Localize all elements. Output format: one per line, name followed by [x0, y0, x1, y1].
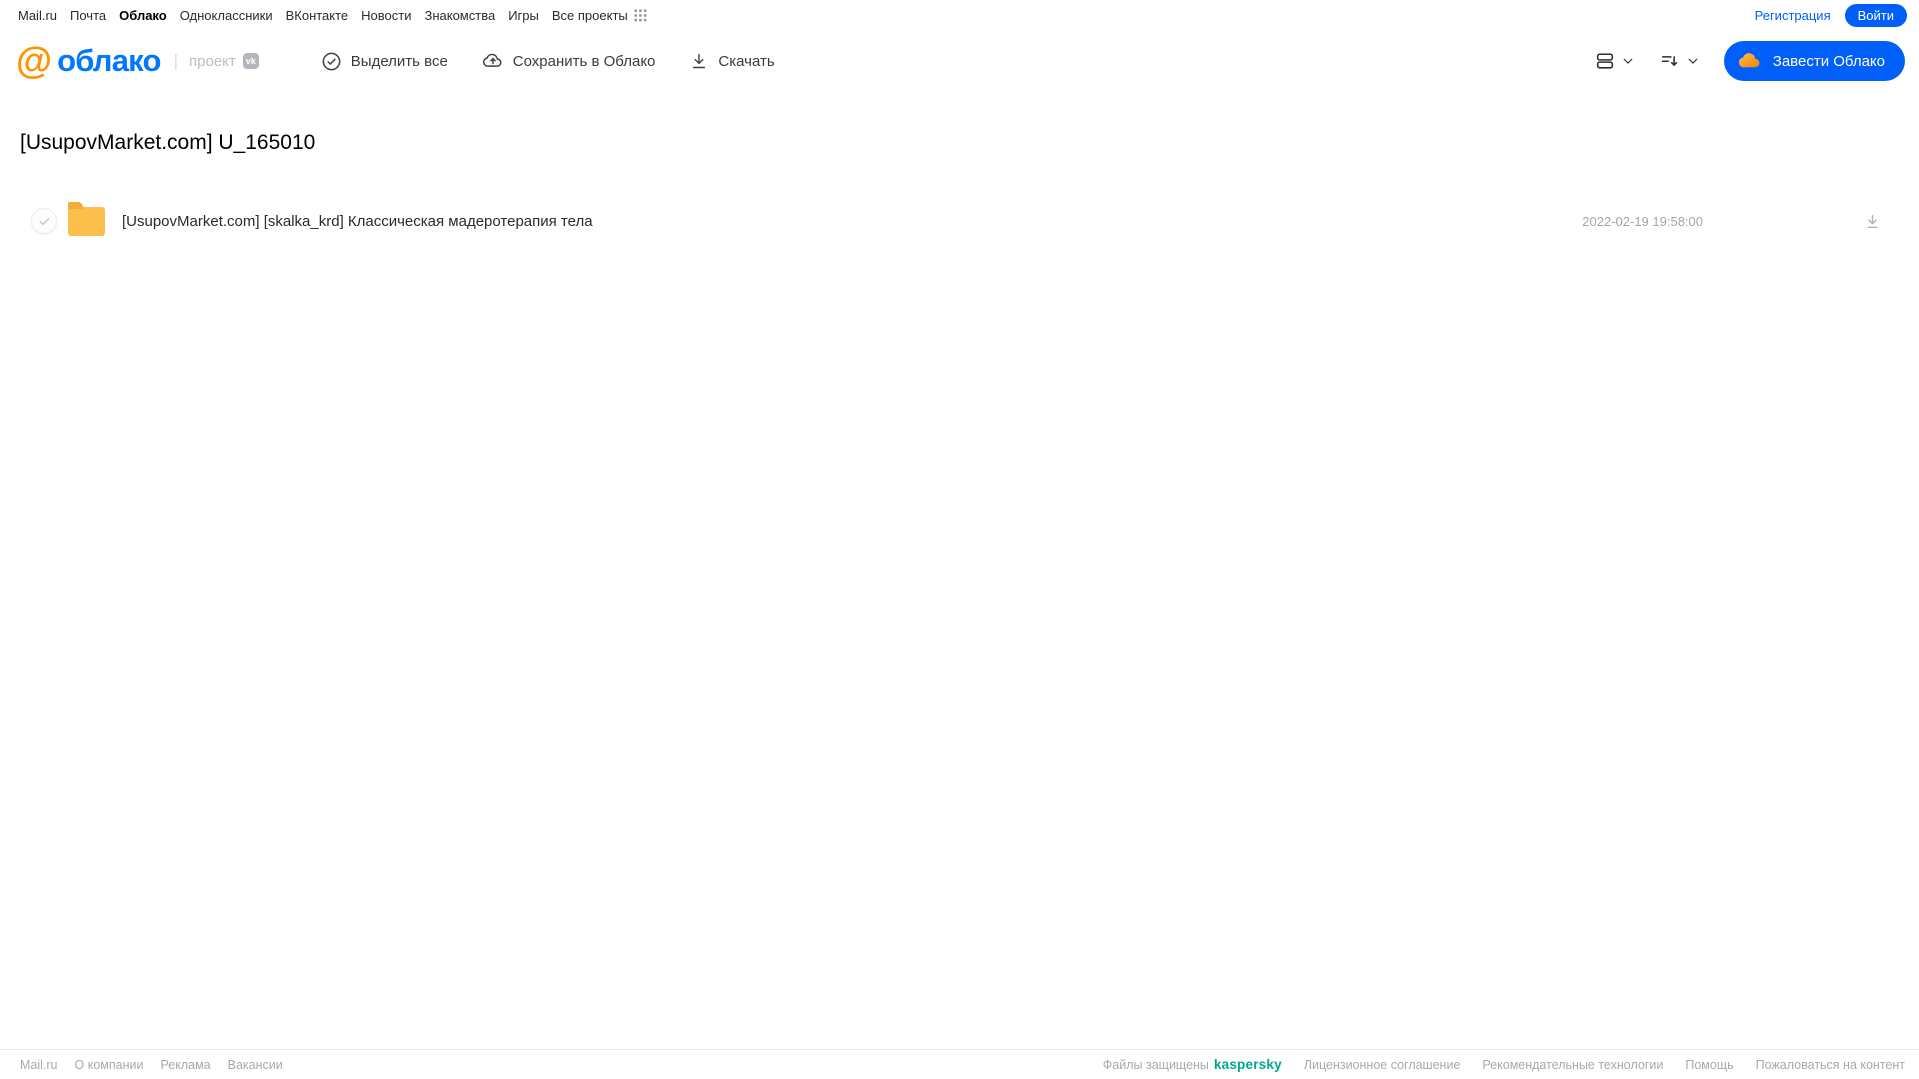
license-agreement-link[interactable]: Лицензионное соглашение [1304, 1058, 1461, 1072]
footer-left-links: Mail.ru О компании Реклама Вакансии [20, 1058, 283, 1072]
check-circle-icon [321, 51, 342, 72]
topnav-link-znakomstva[interactable]: Знакомства [424, 8, 495, 23]
topnav-link-oblako[interactable]: Облако [119, 8, 167, 23]
create-cloud-label: Завести Облако [1772, 52, 1885, 70]
project-label: проект [189, 52, 236, 70]
file-date: 2022-02-19 19:58:00 [1582, 213, 1703, 229]
download-all-button[interactable]: Скачать [689, 51, 775, 71]
topnav-all-projects[interactable]: Все проекты [552, 8, 647, 23]
chevron-down-icon [1621, 54, 1635, 68]
save-to-cloud-label: Сохранить в Облако [512, 52, 656, 70]
advertising-link[interactable]: Реклама [160, 1058, 210, 1072]
header-right-controls: Завести Облако [1594, 41, 1905, 81]
topnav-link-vse-proekty[interactable]: Все проекты [552, 8, 628, 23]
topnav-link-novosti[interactable]: Новости [361, 8, 411, 23]
sort-icon [1659, 50, 1681, 72]
login-button[interactable]: Войти [1844, 3, 1907, 27]
footer-bar: Mail.ru О компании Реклама Вакансии Файл… [0, 1049, 1919, 1079]
topnav-link-pochta[interactable]: Почта [70, 8, 106, 23]
report-content-link[interactable]: Пожаловаться на контент [1756, 1058, 1905, 1072]
kaspersky-logo: kaspersky [1213, 1057, 1282, 1072]
file-checkbox[interactable] [31, 208, 57, 234]
mailru-at-icon: @ [16, 40, 53, 81]
view-mode-dropdown[interactable] [1594, 50, 1635, 72]
cloud-wordmark: облако [57, 43, 161, 78]
logo-divider: | [173, 51, 179, 70]
orange-cloud-icon [1737, 48, 1763, 74]
create-cloud-button[interactable]: Завести Облако [1723, 41, 1905, 81]
topnav-link-vkontakte[interactable]: ВКонтакте [286, 8, 349, 23]
file-name-link[interactable]: [UsupovMarket.com] [skalka_krd] Классиче… [122, 213, 593, 230]
save-to-cloud-button[interactable]: Сохранить в Облако [482, 50, 656, 72]
view-mode-icon [1594, 50, 1616, 72]
footer-mailru-link[interactable]: Mail.ru [20, 1058, 58, 1072]
header-bar: @ облако | проект vk Выделить все Сохран… [0, 28, 1919, 94]
select-all-button[interactable]: Выделить все [321, 51, 448, 72]
topnav-link-odnoklassniki[interactable]: Одноклассники [180, 8, 273, 23]
footer-right-links: Файлы защищены kaspersky Лицензионное со… [1103, 1057, 1905, 1072]
grid-icon[interactable] [634, 8, 647, 22]
cloud-upload-icon [482, 50, 504, 72]
kaspersky-protection[interactable]: Файлы защищены kaspersky [1103, 1057, 1282, 1072]
vk-badge-icon: vk [242, 53, 259, 69]
file-download-icon[interactable] [1863, 212, 1882, 231]
vacancies-link[interactable]: Вакансии [228, 1058, 283, 1072]
topnav-link-mailru[interactable]: Mail.ru [18, 8, 57, 23]
select-all-label: Выделить все [350, 52, 448, 70]
download-label: Скачать [718, 52, 775, 70]
cloud-logo[interactable]: @ облако | проект vk [16, 42, 259, 80]
page-title: [UsupovMarket.com] U_165010 [20, 131, 316, 154]
file-toolbar: Выделить все Сохранить в Облако Скачать [321, 50, 775, 72]
recommendation-tech-link[interactable]: Рекомендательные технологии [1482, 1058, 1663, 1072]
chevron-down-icon [1686, 54, 1700, 68]
protected-by-label: Файлы защищены [1102, 1057, 1209, 1072]
topnav-link-igry[interactable]: Игры [508, 8, 539, 23]
download-icon [689, 51, 709, 71]
file-row[interactable]: [UsupovMarket.com] [skalka_krd] Классиче… [0, 193, 1919, 249]
about-company-link[interactable]: О компании [75, 1058, 144, 1072]
folder-icon [68, 201, 105, 236]
help-link[interactable]: Помощь [1685, 1058, 1733, 1072]
registration-link[interactable]: Регистрация [1755, 8, 1831, 23]
top-navigation-bar: Mail.ru Почта Облако Одноклассники ВКонт… [0, 0, 1919, 28]
sort-dropdown[interactable] [1659, 50, 1700, 72]
